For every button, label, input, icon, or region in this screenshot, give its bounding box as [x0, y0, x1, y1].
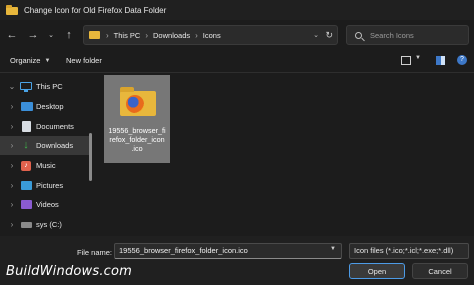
chevron-right-icon[interactable]: › — [8, 161, 16, 170]
firefox-icon — [126, 95, 144, 113]
view-options-icon[interactable] — [401, 56, 411, 65]
sidebar-item-downloads[interactable]: › ↓ Downloads — [0, 136, 92, 155]
chevron-right-icon[interactable]: › — [8, 102, 16, 111]
computer-icon — [20, 82, 32, 92]
recent-locations-chevron-icon[interactable]: ⌄ — [42, 26, 60, 44]
breadcrumb-separator-icon[interactable]: › — [195, 31, 198, 40]
up-arrow-icon[interactable]: ↑ — [60, 26, 78, 44]
sidebar-item-label: Music — [36, 161, 56, 170]
sidebar-item-label: Documents — [36, 122, 74, 131]
file-name-line: refox_folder_icon — [109, 135, 165, 144]
chevron-down-icon: ▼ — [44, 57, 51, 64]
file-name-line: .ico — [131, 144, 143, 153]
organize-button[interactable]: Organize ▼ — [10, 56, 50, 65]
forward-arrow-icon[interactable]: → — [24, 26, 42, 44]
sidebar-item-label: Pictures — [36, 181, 64, 190]
chevron-down-icon[interactable]: ⌄ — [8, 82, 16, 91]
sidebar-item-label: Downloads — [36, 141, 74, 150]
drive-icon — [21, 222, 32, 228]
cancel-button[interactable]: Cancel — [412, 263, 468, 279]
chevron-right-icon[interactable]: › — [8, 122, 16, 131]
address-bar[interactable]: › This PC › Downloads › Icons ⌄ ↻ — [83, 25, 338, 45]
back-arrow-icon[interactable]: ← — [3, 26, 21, 44]
chevron-right-icon[interactable]: › — [8, 200, 16, 209]
search-icon — [355, 31, 362, 39]
desktop-folder-icon — [21, 102, 33, 111]
chevron-down-icon[interactable]: ▼ — [330, 246, 336, 252]
sidebar-item-label: sys (C:) — [36, 220, 62, 229]
sidebar-scrollbar[interactable] — [89, 133, 92, 181]
chevron-right-icon[interactable]: › — [8, 141, 16, 150]
open-button[interactable]: Open — [349, 263, 405, 279]
file-name-input[interactable]: 19556_browser_firefox_folder_icon.ico — [114, 243, 342, 259]
sidebar-item-videos[interactable]: › Videos — [0, 195, 92, 214]
file-name-line: 19556_browser_fi — [108, 126, 166, 135]
navigation-pane: ⌄ This PC › Desktop › Documents › ↓ Down… — [0, 76, 92, 236]
command-bar: Organize ▼ New folder ▼ ? — [0, 50, 474, 72]
breadcrumb-this-pc[interactable]: This PC — [114, 31, 141, 40]
search-placeholder[interactable]: Search Icons — [370, 31, 414, 40]
sidebar-item-music[interactable]: › ♪ Music — [0, 156, 92, 175]
new-folder-button[interactable]: New folder — [66, 56, 102, 65]
file-name: 19556_browser_fi refox_folder_icon .ico — [104, 126, 170, 153]
dialog-footer: File name: 19556_browser_firefox_folder_… — [0, 236, 474, 285]
download-icon: ↓ — [23, 139, 29, 151]
sidebar-item-documents[interactable]: › Documents — [0, 117, 92, 136]
sidebar-item-sys-c[interactable]: › sys (C:) — [0, 215, 92, 234]
chevron-right-icon[interactable]: › — [8, 220, 16, 229]
folder-icon — [120, 87, 156, 116]
title-bar: Change Icon for Old Firefox Data Folder — [0, 0, 474, 20]
window-title: Change Icon for Old Firefox Data Folder — [24, 5, 167, 15]
preview-pane-icon[interactable] — [436, 56, 445, 65]
breadcrumb-icons[interactable]: Icons — [203, 31, 221, 40]
folder-icon — [89, 31, 100, 39]
file-type-select[interactable]: Icon files (*.ico;*.icl;*.exe;*.dll) — [349, 243, 469, 259]
sidebar-item-label: Desktop — [36, 102, 64, 111]
chevron-right-icon[interactable]: › — [8, 181, 16, 190]
documents-icon — [22, 121, 31, 132]
navigation-bar: ← → ⌄ ↑ › This PC › Downloads › Icons ⌄ … — [0, 22, 474, 48]
file-item[interactable]: 19556_browser_fi refox_folder_icon .ico — [104, 75, 170, 163]
help-icon[interactable]: ? — [457, 55, 467, 65]
organize-label: Organize — [10, 56, 41, 65]
file-name-label: File name: — [77, 248, 113, 257]
search-box[interactable]: Search Icons — [346, 25, 469, 45]
pictures-icon — [21, 181, 32, 190]
breadcrumb-separator-icon[interactable]: › — [145, 31, 148, 40]
sidebar-item-label: This PC — [36, 82, 63, 91]
chevron-down-icon[interactable]: ▼ — [415, 55, 421, 61]
sidebar-item-label: Videos — [36, 200, 59, 209]
refresh-icon[interactable]: ↻ — [325, 30, 333, 41]
address-dropdown-icon[interactable]: ⌄ — [313, 31, 319, 39]
breadcrumb-separator-icon[interactable]: › — [106, 31, 109, 40]
sidebar-item-pictures[interactable]: › Pictures — [0, 176, 92, 195]
sidebar-item-desktop[interactable]: › Desktop — [0, 97, 92, 116]
sidebar-item-this-pc[interactable]: ⌄ This PC — [0, 77, 92, 96]
breadcrumb-downloads[interactable]: Downloads — [153, 31, 190, 40]
videos-icon — [21, 200, 32, 209]
folder-icon — [6, 5, 18, 15]
music-icon: ♪ — [21, 161, 31, 171]
watermark-text: BuildWindows.com — [6, 264, 133, 279]
